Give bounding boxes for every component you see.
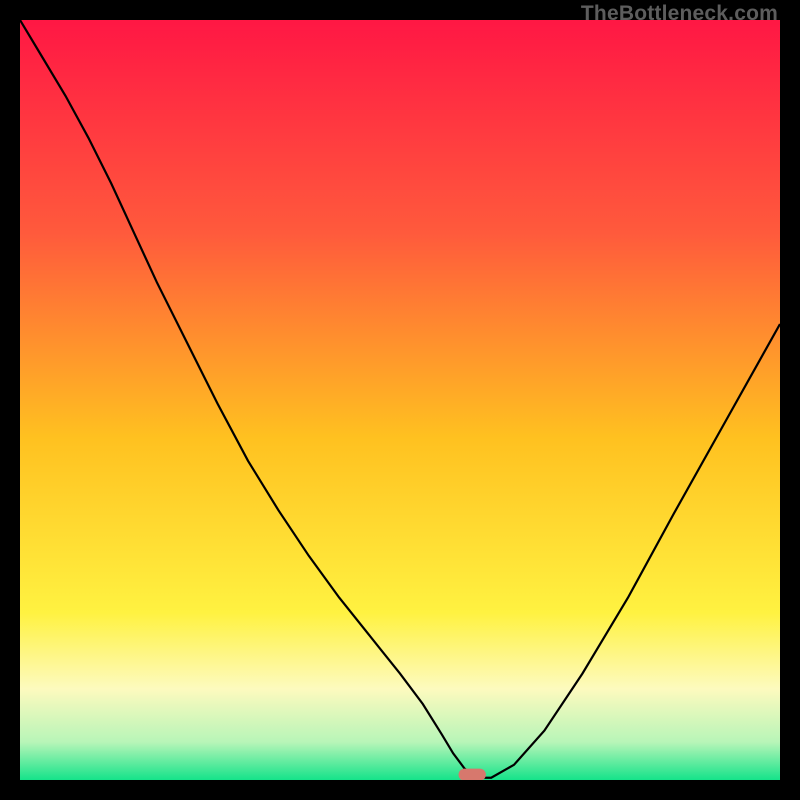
plot-area — [20, 20, 780, 780]
bottleneck-chart — [20, 20, 780, 780]
optimal-marker — [459, 769, 486, 780]
chart-frame: TheBottleneck.com — [0, 0, 800, 800]
chart-background — [20, 20, 780, 780]
